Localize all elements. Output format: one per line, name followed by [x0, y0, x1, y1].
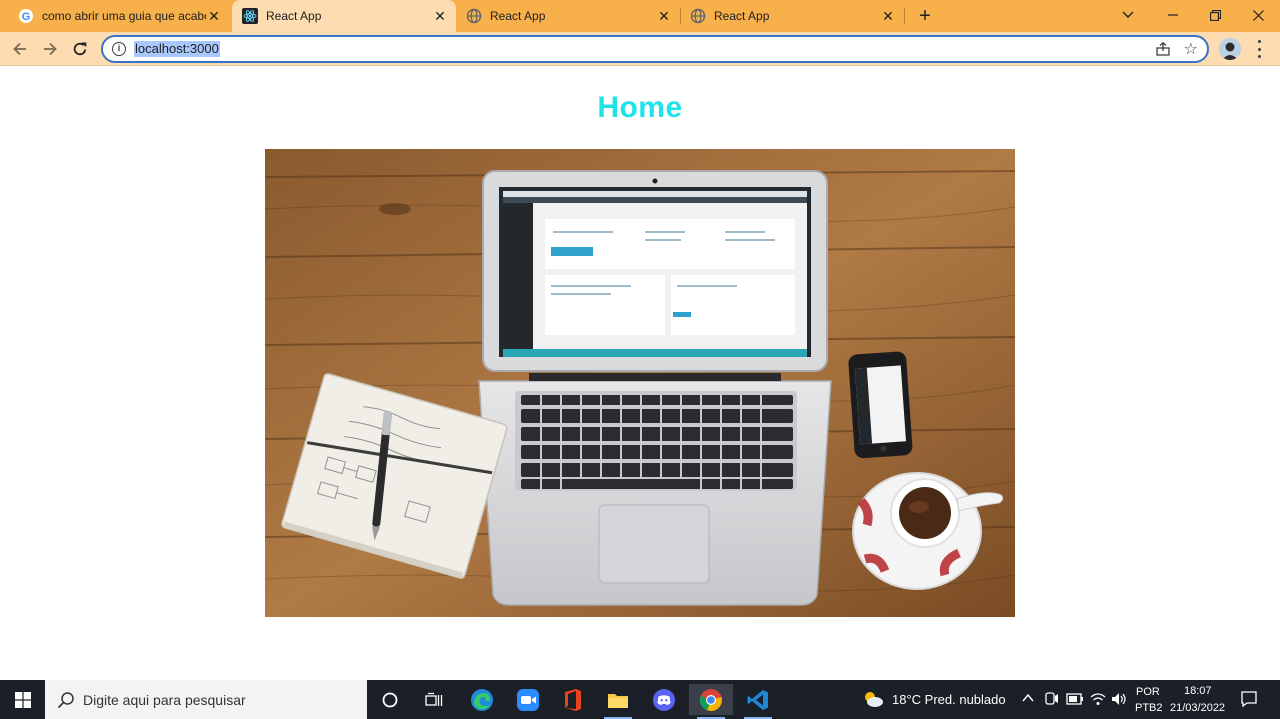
arrow-right-icon	[44, 42, 57, 56]
globe-icon	[466, 8, 482, 24]
close-tab-icon[interactable]: ✕	[206, 8, 222, 24]
start-button[interactable]	[0, 680, 45, 719]
close-icon	[1252, 9, 1264, 21]
profile-avatar[interactable]	[1219, 38, 1241, 60]
weather-cloudy-icon[interactable]	[862, 689, 884, 709]
zoom-app[interactable]	[506, 684, 550, 715]
tab-google-search[interactable]: G como abrir uma guia que acabou ✕	[8, 0, 230, 32]
keyboard-layout-indicator[interactable]: PTB2	[1135, 702, 1163, 714]
vscode-icon	[747, 689, 768, 710]
edge-app[interactable]	[460, 684, 504, 715]
taskbar-search[interactable]: Digite aqui para pesquisar	[45, 680, 367, 719]
task-view-button[interactable]	[412, 684, 456, 715]
restore-button[interactable]	[1193, 0, 1237, 30]
tab-react-app-2[interactable]: React App ✕	[456, 0, 680, 32]
tab-strip: G como abrir uma guia que acabou ✕ React…	[0, 0, 1280, 32]
clock-time[interactable]: 18:07	[1184, 685, 1212, 697]
new-tab-button[interactable]: +	[912, 4, 938, 28]
zoom-icon	[517, 688, 539, 711]
browser-menu-button[interactable]	[1254, 40, 1264, 58]
bookmark-star-icon[interactable]: ☆	[1184, 39, 1198, 59]
task-view-icon	[425, 692, 443, 706]
windows-logo-icon	[14, 691, 31, 708]
page-title: Home	[597, 91, 683, 124]
hero-image	[265, 149, 1015, 617]
tab-title: React App	[714, 9, 770, 23]
chevron-up-icon[interactable]	[1022, 693, 1034, 703]
tab-react-app-active[interactable]: React App ✕	[232, 0, 456, 32]
avatar-icon	[1219, 38, 1241, 60]
chevron-down-icon	[1122, 11, 1134, 18]
tab-title: React App	[490, 9, 546, 23]
chrome-icon	[699, 688, 722, 711]
chrome-app[interactable]	[689, 684, 733, 719]
file-explorer-app[interactable]	[596, 684, 640, 719]
notifications-icon[interactable]	[1240, 690, 1258, 708]
back-button[interactable]	[9, 38, 31, 60]
office-icon	[565, 688, 581, 711]
close-tab-icon[interactable]: ✕	[880, 8, 896, 24]
folder-icon	[608, 693, 628, 708]
laptop-desk-illustration	[265, 149, 1015, 617]
discord-icon	[653, 688, 675, 711]
tab-react-app-3[interactable]: React App ✕	[680, 0, 904, 32]
tab-title: como abrir uma guia que acabou	[42, 9, 206, 23]
volume-icon[interactable]	[1111, 691, 1127, 707]
cortana-button[interactable]	[368, 684, 412, 715]
reload-button[interactable]	[69, 38, 91, 60]
close-window-button[interactable]	[1236, 0, 1280, 30]
google-icon: G	[18, 8, 34, 24]
tab-separator	[904, 8, 905, 24]
tab-title: React App	[266, 9, 322, 23]
forward-button[interactable]	[39, 38, 61, 60]
language-indicator[interactable]: POR	[1136, 686, 1160, 698]
weather-text[interactable]: 18°C Pred. nublado	[892, 692, 1006, 707]
share-icon[interactable]	[1155, 41, 1171, 57]
close-tab-icon[interactable]: ✕	[656, 8, 672, 24]
svg-text:G: G	[22, 11, 31, 23]
search-icon	[57, 691, 74, 708]
edge-icon	[471, 688, 493, 711]
react-icon	[242, 8, 258, 24]
site-info-icon[interactable]: i	[112, 42, 126, 56]
reload-icon	[73, 42, 87, 56]
arrow-left-icon	[13, 42, 26, 56]
close-tab-icon[interactable]: ✕	[432, 8, 448, 24]
restore-icon	[1209, 9, 1221, 21]
globe-icon	[690, 8, 706, 24]
browser-toolbar: i localhost:3000 ☆	[0, 32, 1280, 66]
meet-now-icon[interactable]	[1045, 691, 1059, 707]
search-placeholder: Digite aqui para pesquisar	[83, 691, 246, 708]
address-bar[interactable]: i localhost:3000 ☆	[101, 35, 1209, 63]
discord-app[interactable]	[642, 684, 686, 715]
tab-search-button[interactable]	[1106, 0, 1150, 30]
vscode-app[interactable]	[736, 684, 780, 719]
clock-date[interactable]: 21/03/2022	[1170, 702, 1225, 714]
cortana-icon	[382, 692, 398, 707]
page-content: Home	[0, 67, 1280, 680]
minimize-button[interactable]	[1151, 0, 1195, 30]
url-text[interactable]: localhost:3000	[134, 41, 220, 57]
battery-icon[interactable]	[1066, 693, 1084, 705]
office-app[interactable]	[551, 684, 595, 715]
minimize-icon	[1168, 14, 1178, 16]
windows-taskbar: Digite aqui para pesquisar 18°C Pred. nu…	[0, 680, 1280, 719]
wifi-icon[interactable]	[1090, 692, 1106, 706]
